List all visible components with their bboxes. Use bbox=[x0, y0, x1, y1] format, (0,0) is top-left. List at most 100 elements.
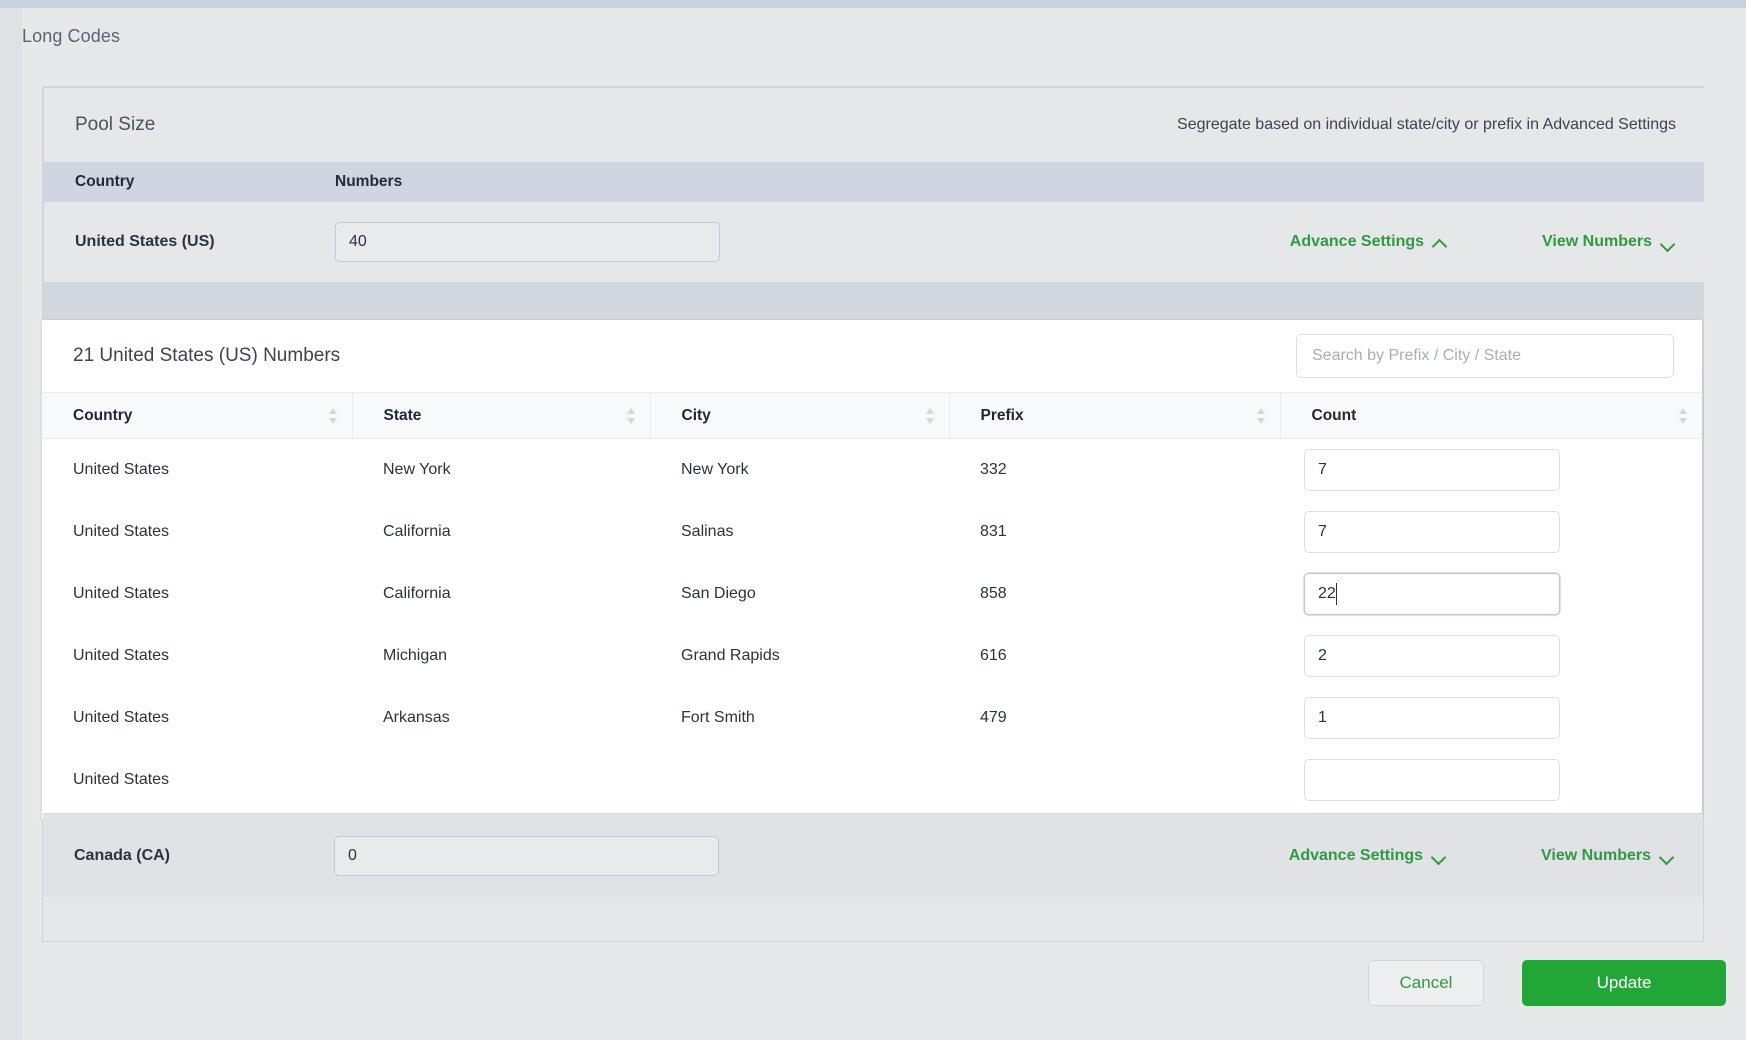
table-row: United StatesArkansasFort Smith479 bbox=[42, 687, 1702, 749]
view-numbers-label-us: View Numbers bbox=[1542, 233, 1652, 251]
cell-country: United States bbox=[42, 687, 352, 749]
column-header-count[interactable]: Count bbox=[1280, 393, 1702, 439]
cancel-button[interactable]: Cancel bbox=[1368, 960, 1484, 1006]
pool-table-header-row: Country Numbers bbox=[44, 162, 1704, 202]
cell-prefix: 831 bbox=[949, 501, 1280, 563]
view-numbers-link-ca[interactable]: View Numbers bbox=[1541, 847, 1675, 865]
page-title: Long Codes bbox=[22, 26, 120, 47]
column-header-count-label: Count bbox=[1312, 407, 1357, 424]
numbers-detail-panel: 21 United States (US) Numbers Country St… bbox=[42, 320, 1702, 820]
column-header-city[interactable]: City bbox=[650, 393, 949, 439]
cell-city: Fort Smith bbox=[650, 687, 949, 749]
sort-icon[interactable] bbox=[329, 407, 338, 425]
column-header-country-label: Country bbox=[73, 407, 132, 424]
cell-state bbox=[352, 749, 650, 811]
cell-city: Grand Rapids bbox=[650, 625, 949, 687]
table-row: United StatesCaliforniaSalinas831 bbox=[42, 501, 1702, 563]
cell-country: United States bbox=[42, 625, 352, 687]
column-header-prefix[interactable]: Prefix bbox=[949, 393, 1280, 439]
column-header-state-label: State bbox=[384, 407, 422, 424]
table-row: United StatesCaliforniaSan Diego858 bbox=[42, 563, 1702, 625]
count-input-row-6[interactable] bbox=[1304, 759, 1560, 801]
cell-prefix: 332 bbox=[949, 439, 1280, 501]
sort-icon[interactable] bbox=[1257, 407, 1266, 425]
count-input-wrapper bbox=[1304, 697, 1560, 739]
cell-state: New York bbox=[352, 439, 650, 501]
cell-prefix: 479 bbox=[949, 687, 1280, 749]
advance-settings-label-us: Advance Settings bbox=[1290, 233, 1424, 251]
cell-state: Michigan bbox=[352, 625, 650, 687]
table-row: United States bbox=[42, 749, 1702, 811]
cell-prefix: 616 bbox=[949, 625, 1280, 687]
count-input-wrapper bbox=[1304, 511, 1560, 553]
cell-country: United States bbox=[42, 439, 352, 501]
advance-settings-label-ca: Advance Settings bbox=[1289, 847, 1423, 865]
pool-row-links-ca: Advance Settings View Numbers bbox=[1289, 847, 1703, 865]
text-caret bbox=[1336, 583, 1337, 605]
cell-count bbox=[1280, 687, 1702, 749]
cell-count bbox=[1280, 563, 1702, 625]
numbers-table-header-row: Country State City Prefix Count bbox=[42, 393, 1702, 439]
update-button[interactable]: Update bbox=[1522, 960, 1726, 1006]
segregate-note: Segregate based on individual state/city… bbox=[1177, 116, 1676, 134]
cell-state: California bbox=[352, 501, 650, 563]
column-header-state[interactable]: State bbox=[352, 393, 650, 439]
cell-country: United States bbox=[42, 563, 352, 625]
cell-prefix: 858 bbox=[949, 563, 1280, 625]
count-input-wrapper bbox=[1304, 573, 1560, 615]
column-header-country[interactable]: Country bbox=[42, 393, 352, 439]
chevron-down-icon bbox=[1661, 851, 1675, 860]
advance-settings-link-ca[interactable]: Advance Settings bbox=[1289, 847, 1447, 865]
view-numbers-link-us[interactable]: View Numbers bbox=[1542, 233, 1676, 251]
top-edge-strip bbox=[0, 0, 1746, 8]
search-input[interactable] bbox=[1296, 334, 1674, 378]
numbers-panel-header: 21 United States (US) Numbers bbox=[42, 320, 1702, 392]
pool-row-links-us: Advance Settings View Numbers bbox=[1290, 233, 1704, 251]
sort-icon[interactable] bbox=[926, 407, 935, 425]
count-input-wrapper bbox=[1304, 449, 1560, 491]
cell-count bbox=[1280, 501, 1702, 563]
dialog-footer: Cancel Update bbox=[1368, 960, 1726, 1006]
chevron-up-icon bbox=[1434, 238, 1448, 247]
cell-country: United States bbox=[42, 501, 352, 563]
count-input-row-3[interactable] bbox=[1304, 573, 1560, 615]
cell-city: New York bbox=[650, 439, 949, 501]
table-row: United StatesNew YorkNew York332 bbox=[42, 439, 1702, 501]
pool-header-numbers: Numbers bbox=[335, 173, 402, 191]
pool-row-canada: Canada (CA) Advance Settings View Number… bbox=[43, 813, 1703, 897]
advance-settings-link-us[interactable]: Advance Settings bbox=[1290, 233, 1448, 251]
count-input-row-5[interactable] bbox=[1304, 697, 1560, 739]
pool-row-united-states: United States (US) Advance Settings View… bbox=[44, 202, 1704, 282]
count-input-row-4[interactable] bbox=[1304, 635, 1560, 677]
pool-size-label: Pool Size bbox=[75, 114, 155, 136]
table-row: United StatesMichiganGrand Rapids616 bbox=[42, 625, 1702, 687]
cell-city: San Diego bbox=[650, 563, 949, 625]
chevron-down-icon bbox=[1433, 851, 1447, 860]
numbers-panel-title: 21 United States (US) Numbers bbox=[73, 345, 340, 367]
column-header-city-label: City bbox=[682, 407, 711, 424]
pool-row-country-us: United States (US) bbox=[75, 233, 335, 251]
cell-city bbox=[650, 749, 949, 811]
chevron-down-icon bbox=[1662, 238, 1676, 247]
sort-icon[interactable] bbox=[1679, 407, 1688, 425]
cell-count bbox=[1280, 439, 1702, 501]
cell-state: Arkansas bbox=[352, 687, 650, 749]
pool-size-header: Pool Size Segregate based on individual … bbox=[44, 88, 1704, 162]
sort-icon[interactable] bbox=[627, 407, 636, 425]
pool-numbers-input-ca[interactable] bbox=[334, 836, 719, 876]
pool-row-country-ca: Canada (CA) bbox=[74, 847, 334, 865]
numbers-table-body: United StatesNew YorkNew York332United S… bbox=[42, 439, 1702, 811]
card-bottom-band bbox=[43, 897, 1703, 941]
cell-prefix bbox=[949, 749, 1280, 811]
cell-state: California bbox=[352, 563, 650, 625]
cell-city: Salinas bbox=[650, 501, 949, 563]
view-numbers-label-ca: View Numbers bbox=[1541, 847, 1651, 865]
cell-country: United States bbox=[42, 749, 352, 811]
count-input-wrapper bbox=[1304, 759, 1560, 801]
count-input-row-2[interactable] bbox=[1304, 511, 1560, 553]
numbers-table: Country State City Prefix Count bbox=[42, 392, 1702, 811]
pool-numbers-input-us[interactable] bbox=[335, 222, 720, 262]
count-input-row-1[interactable] bbox=[1304, 449, 1560, 491]
count-input-wrapper bbox=[1304, 635, 1560, 677]
column-header-prefix-label: Prefix bbox=[981, 407, 1024, 424]
